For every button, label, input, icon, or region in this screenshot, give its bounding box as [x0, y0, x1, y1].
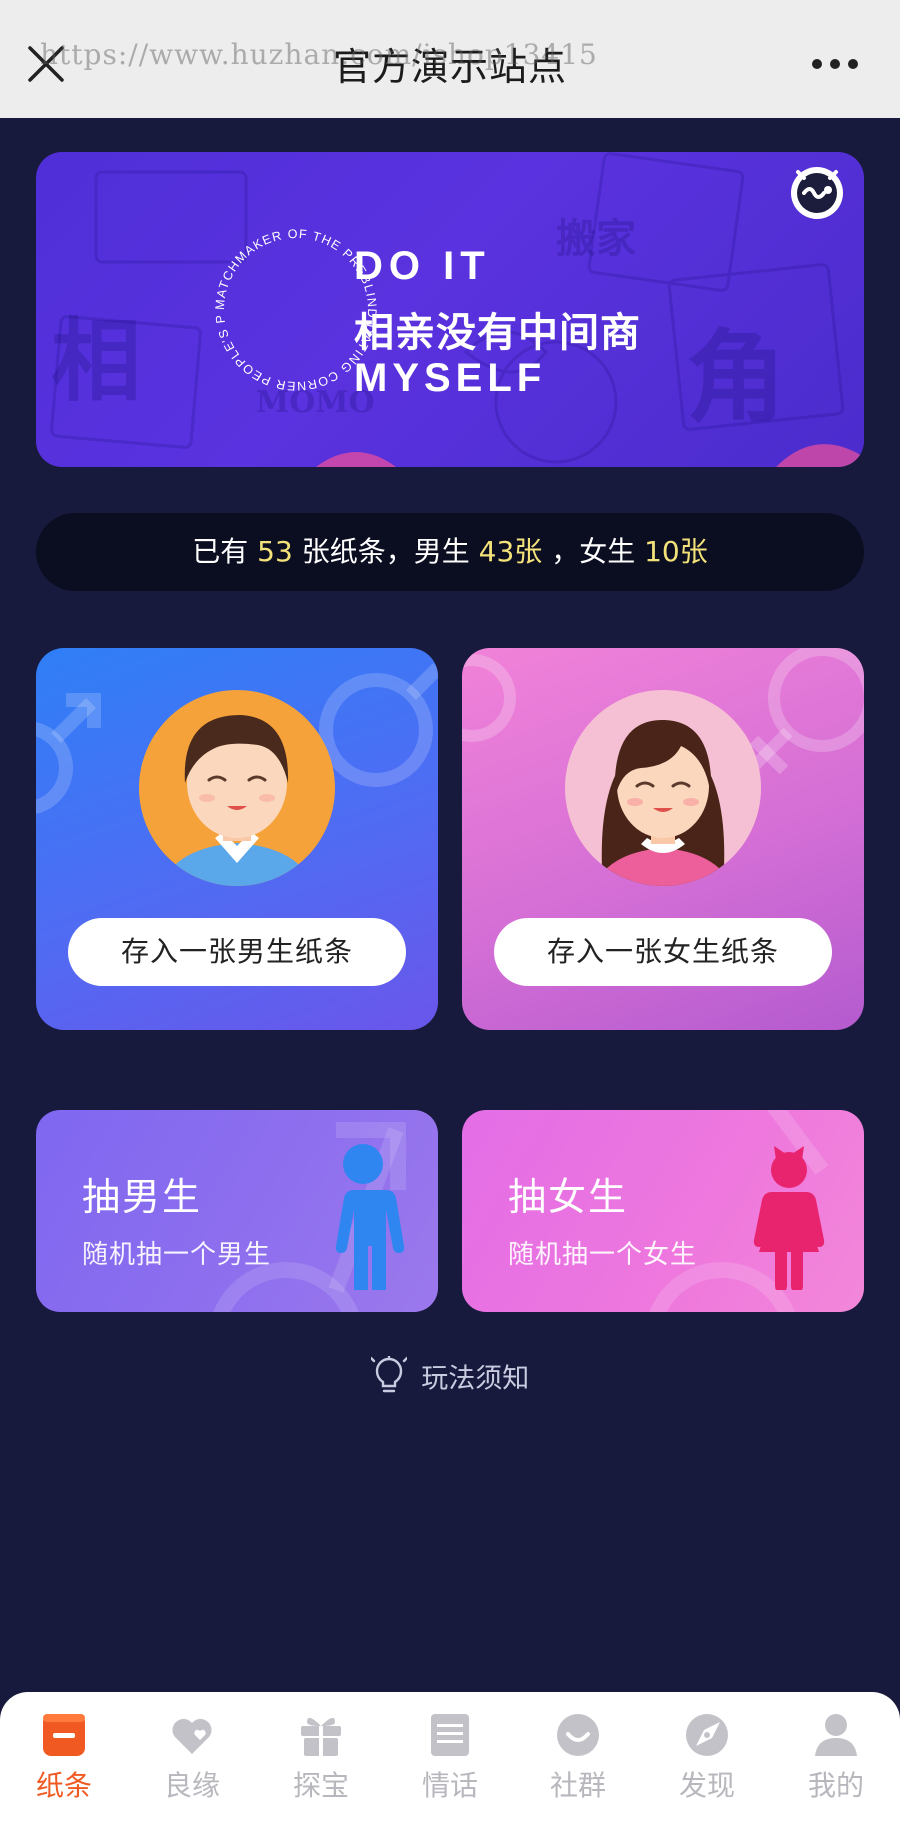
banner-headline-3: MYSELF: [354, 356, 547, 400]
stats-male-count: 43张: [478, 535, 543, 568]
girl-figure-icon: [753, 1146, 825, 1290]
draw-male-card[interactable]: 抽男生 随机抽一个男生: [36, 1110, 438, 1312]
gift-icon: [301, 1717, 341, 1756]
banner-headline-1: DO IT: [354, 244, 491, 288]
tab-treasure[interactable]: 探宝: [257, 1712, 385, 1822]
discover-icon: [686, 1714, 728, 1756]
stats-prefix: 已有: [192, 535, 249, 568]
tab-profile[interactable]: 我的: [772, 1712, 900, 1822]
tab-notes[interactable]: 纸条: [0, 1712, 128, 1822]
banner-bg-char-2: 角: [686, 318, 786, 436]
book-icon: [431, 1714, 469, 1756]
stats-summary: 已有 53 张纸条，男生 43张 ，女生 10张: [36, 513, 864, 591]
tab-treasure-label: 探宝: [292, 1769, 349, 1802]
tab-discover[interactable]: 发现: [643, 1712, 771, 1822]
banner-bg-char-1: 相: [51, 308, 141, 414]
draw-female-card[interactable]: 抽女生 随机抽一个女生: [462, 1110, 864, 1312]
tab-profile-label: 我的: [807, 1769, 864, 1802]
draw-female-title: 抽女生: [508, 1175, 629, 1219]
bottom-tab-bar: 纸条 良缘 探宝 情话 社群 发现 我的: [0, 1692, 900, 1827]
tab-match[interactable]: 良缘: [128, 1712, 256, 1822]
user-icon: [815, 1714, 857, 1756]
note-icon: [43, 1714, 85, 1756]
tab-community[interactable]: 社群: [514, 1712, 642, 1822]
lightbulb-icon: [370, 1356, 407, 1393]
svg-text:MATCHMAKER OF THE PREBLIND DAT: MATCHMAKER OF THE PREBLIND DATING CORNER…: [196, 210, 379, 393]
banner-bg-char-3: 搬家: [556, 215, 636, 262]
brand-logo-icon: [791, 167, 843, 219]
draw-male-title: 抽男生: [82, 1175, 203, 1219]
tab-community-label: 社群: [549, 1769, 606, 1802]
watermark-text: https://www.huzhan.com/ishop13415: [40, 38, 598, 71]
boy-figure-icon: [335, 1144, 405, 1290]
heart-icon: [172, 1718, 212, 1754]
tab-love-words-label: 情话: [421, 1769, 478, 1802]
tab-notes-label: 纸条: [35, 1769, 92, 1802]
save-male-note-button[interactable]: 存入一张男生纸条: [68, 918, 406, 986]
stats-mid2: ，女生: [551, 535, 636, 568]
tab-discover-label: 发现: [678, 1769, 735, 1802]
tab-match-label: 良缘: [163, 1769, 220, 1802]
save-female-note-button[interactable]: 存入一张女生纸条: [494, 918, 832, 986]
male-note-card[interactable]: 存入一张男生纸条: [36, 648, 438, 1030]
draw-male-subtitle: 随机抽一个男生: [82, 1240, 272, 1270]
stats-mid1: 张纸条，男生: [301, 535, 470, 568]
female-note-card[interactable]: 存入一张女生纸条: [462, 648, 864, 1030]
draw-female-subtitle: 随机抽一个女生: [508, 1240, 698, 1270]
rules-label: 玩法须知: [421, 1363, 530, 1395]
top-bar: 官方演示站点 https://www.huzhan.com/ishop13415: [0, 0, 900, 118]
male-avatar: [139, 690, 335, 886]
smile-icon: [557, 1714, 599, 1756]
female-avatar: [565, 690, 761, 886]
stats-female-count: 10张: [644, 535, 708, 568]
rules-link[interactable]: 玩法须知: [0, 1356, 900, 1396]
more-options-icon[interactable]: [810, 52, 860, 76]
banner-headline-2: 相亲没有中间商: [354, 310, 641, 356]
tab-love-words[interactable]: 情话: [386, 1712, 514, 1822]
stats-total: 53: [257, 535, 293, 568]
promo-banner[interactable]: 相 角 搬家 MOMO MATCHMAKER OF THE PREBLIND D…: [36, 152, 864, 467]
